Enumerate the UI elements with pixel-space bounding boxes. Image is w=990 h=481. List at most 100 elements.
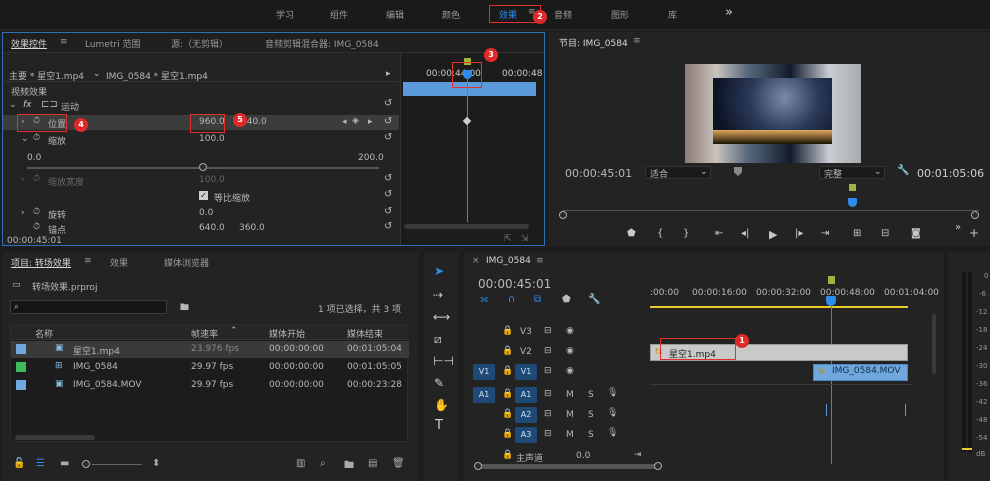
track-label-a1[interactable]: A1 [515,387,537,403]
timeline-scroll-handle-left[interactable] [474,462,482,470]
track-select-tool-icon[interactable]: ⇢ [433,288,443,302]
source-a1-toggle[interactable]: A1 [473,387,495,403]
reset-icon[interactable]: ↺ [384,99,392,109]
timeline-timecode[interactable]: 00:00:45:01 [478,277,551,291]
reset-icon[interactable]: ↺ [384,174,392,184]
mark-in-icon[interactable]: { [657,228,663,239]
extract-icon[interactable]: ⊟ [881,228,889,239]
go-to-in-icon[interactable]: ⇤ [715,228,723,239]
mini-scrollbar[interactable] [404,224,529,229]
lock-icon[interactable]: 🔒 [502,409,513,419]
expand-chevron-icon[interactable]: › [21,208,25,218]
new-bin-search-icon[interactable]: 🖿 [180,300,189,316]
program-menu-icon[interactable]: ≡ [633,36,641,46]
reset-icon[interactable]: ↺ [384,190,392,200]
label-color-swatch[interactable] [16,380,26,390]
new-bin-icon[interactable]: 🖿 [344,458,354,475]
track-label-a2[interactable]: A2 [515,407,537,423]
workspace-audio[interactable]: 音频 [554,8,572,21]
play-arrow-icon[interactable]: ▸ [386,69,391,79]
rotation-value[interactable]: 0.0 [199,208,213,218]
add-button-icon[interactable]: + [969,226,979,240]
icon-view-icon[interactable]: ▬ [60,458,69,469]
program-timecode[interactable]: 00:00:45:01 [565,167,632,180]
scale-value[interactable]: 100.0 [199,134,225,144]
go-to-end-icon[interactable]: ⇥ [634,450,642,460]
keyframe-diamond[interactable] [462,116,472,126]
workspace-effects[interactable]: 效果 [499,8,517,21]
lock-icon[interactable]: 🔒 [502,366,513,376]
master-track-value[interactable]: 0.0 [576,451,590,461]
timeline-marker[interactable] [828,276,835,284]
lock-icon[interactable]: 🔒 [502,450,513,460]
effect-controls-timecode[interactable]: 00:00:45:01 [7,236,62,245]
dropdown-chevron-icon[interactable]: ⌄ [93,69,101,79]
timeline-title[interactable]: IMG_0584 [486,256,531,266]
mark-out-icon[interactable]: } [683,228,689,239]
clip-v1-img[interactable]: fx IMG_0584.MOV [813,364,908,381]
reset-icon[interactable]: ↺ [384,207,392,217]
expand-chevron-icon[interactable]: ⌄ [21,134,29,144]
export-icon[interactable]: ⇱ [504,234,512,244]
mute-button[interactable]: M [566,410,574,420]
table-row[interactable]: ▣ 星空1.mp4 23.976 fps 00:00:00:00 00:01:0… [11,341,409,358]
mute-button[interactable]: M [566,390,574,400]
play-filter-icon[interactable]: ⇲ [521,234,529,244]
add-marker-icon[interactable]: ⬟ [562,294,571,305]
work-area-bar[interactable] [650,306,908,308]
stopwatch-icon[interactable]: ⏱ [33,207,40,217]
snap-icon[interactable]: ∩ [508,294,515,305]
lock-icon[interactable]: 🔒 [502,326,513,336]
stopwatch-icon[interactable]: ⏱ [33,133,40,143]
search-input[interactable]: ⌕ [10,300,167,314]
time-ruler[interactable]: :00:00 00:00:16:00 00:00:32:00 00:00:48:… [650,272,939,310]
lock-icon[interactable]: 🔒 [502,389,513,399]
automate-icon[interactable]: ▥ [296,458,305,469]
sync-icon[interactable]: ⊟ [544,346,552,356]
workspace-libraries[interactable]: 库 [668,8,677,21]
scrub-left-handle[interactable] [559,211,567,219]
eye-icon[interactable]: ◉ [566,366,574,376]
workspace-editing[interactable]: 编辑 [386,8,404,21]
play-icon[interactable]: ▶ [769,228,777,241]
col-media-end[interactable]: 媒体结束 [347,327,383,340]
timeline-v-scrollbar[interactable] [932,314,936,374]
timeline-menu-icon[interactable]: ≡ [536,256,544,266]
table-scrollbar[interactable] [15,435,95,440]
sync-icon[interactable]: ⊟ [544,409,552,419]
tab-project[interactable]: 项目: 转场效果 [11,256,71,269]
add-keyframe-icon[interactable]: ◈ [352,116,359,126]
linked-selection-icon[interactable]: ⧉ [534,294,541,305]
go-to-out-icon[interactable]: ⇥ [821,228,829,239]
program-playhead[interactable] [848,198,857,207]
fit-dropdown[interactable]: 适合 ⌄ [645,166,711,180]
scale-slider-handle[interactable] [199,163,207,171]
marker-icon[interactable]: ⬟ [627,228,636,239]
sync-icon[interactable]: ⊟ [544,429,552,439]
zoom-slider-handle[interactable] [82,460,90,468]
tab-menu-icon[interactable]: ≡ [84,256,92,266]
slip-tool-icon[interactable]: ⊢⊣ [433,354,454,368]
solo-button[interactable]: S [588,430,594,440]
tab-media-browser[interactable]: 媒体浏览器 [164,256,209,269]
settings-wrench-icon[interactable]: 🔧 [588,294,600,305]
program-video-frame[interactable] [685,64,861,163]
tab-menu-icon[interactable]: ≡ [60,37,68,47]
eye-icon[interactable]: ◉ [566,326,574,336]
anchor-x-value[interactable]: 640.0 [199,223,225,233]
workspace-learn[interactable]: 学习 [276,8,294,21]
trash-icon[interactable]: 🗑 [392,458,405,469]
label-color-swatch[interactable] [16,362,26,372]
track-label-v1[interactable]: V1 [515,364,537,380]
mute-button[interactable]: M [566,430,574,440]
timeline-scroll-handle-right[interactable] [654,462,662,470]
tab-lumetri[interactable]: Lumetri 范围 [85,37,140,50]
selection-tool-icon[interactable]: ➤ [434,264,444,278]
prev-keyframe-icon[interactable]: ◂ [342,117,347,127]
sync-icon[interactable]: ⊟ [544,389,552,399]
tab-source[interactable]: 源:（无剪辑） [171,37,228,50]
step-forward-icon[interactable]: |▸ [795,228,803,239]
tab-effects[interactable]: 效果 [110,256,128,269]
close-icon[interactable]: × [472,256,480,266]
eye-icon[interactable]: ◉ [566,346,574,356]
